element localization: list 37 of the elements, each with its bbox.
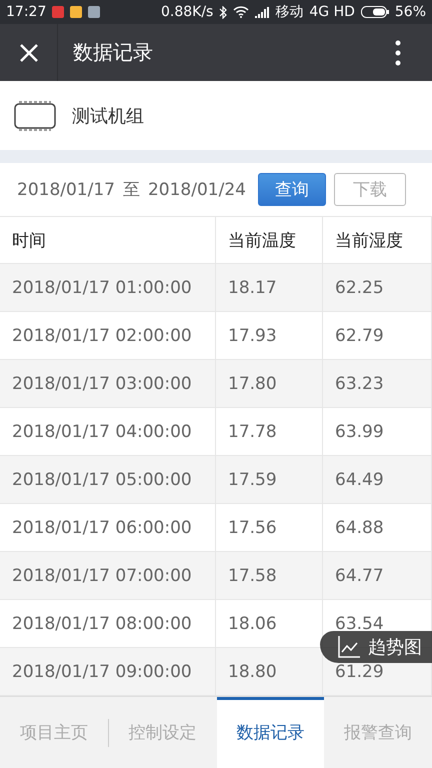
table-cell: 63.23 [323,360,432,408]
status-time: 17:27 [6,4,46,20]
download-button[interactable]: 下载 [334,173,406,206]
battery-percent: 56% [394,4,426,20]
nav-tab[interactable]: 项目主页 [0,697,108,768]
wifi-icon [233,6,250,18]
trend-chart-button[interactable]: 趋势图 [320,631,432,663]
table-cell: 17.59 [216,456,323,504]
table-cell: 2018/01/17 07:00:00 [0,552,216,600]
signal-icon [255,6,270,18]
network-speed: 0.88K/s [160,4,214,20]
nav-tab[interactable]: 控制设定 [108,697,216,768]
chip-icon [14,100,56,132]
table-cell: 2018/01/17 01:00:00 [0,264,216,312]
table-cell: 64.77 [323,552,432,600]
bluetooth-icon [219,6,228,18]
column-header: 时间 [0,216,216,264]
table-cell: 17.80 [216,360,323,408]
carrier-label: 移动 [275,3,304,21]
table-cell: 17.58 [216,552,323,600]
table-cell: 62.25 [323,264,432,312]
table-cell: 2018/01/17 03:00:00 [0,360,216,408]
nav-tab[interactable]: 报警查询 [324,697,432,768]
table-cell: 18.17 [216,264,323,312]
close-icon [18,42,38,62]
nav-tab[interactable]: 数据记录 [216,697,324,768]
query-button[interactable]: 查询 [258,173,326,206]
network-type: 4G HD [309,4,355,20]
start-date[interactable]: 2018/01/17 [17,180,115,200]
table-cell: 2018/01/17 05:00:00 [0,456,216,504]
line-chart-icon [338,636,360,658]
battery-icon [360,6,389,18]
date-separator: 至 [122,179,140,201]
page-title: 数据记录 [72,39,154,66]
device-name: 测试机组 [72,104,144,128]
end-date[interactable]: 2018/01/24 [148,180,246,200]
table-cell: 64.49 [323,456,432,504]
